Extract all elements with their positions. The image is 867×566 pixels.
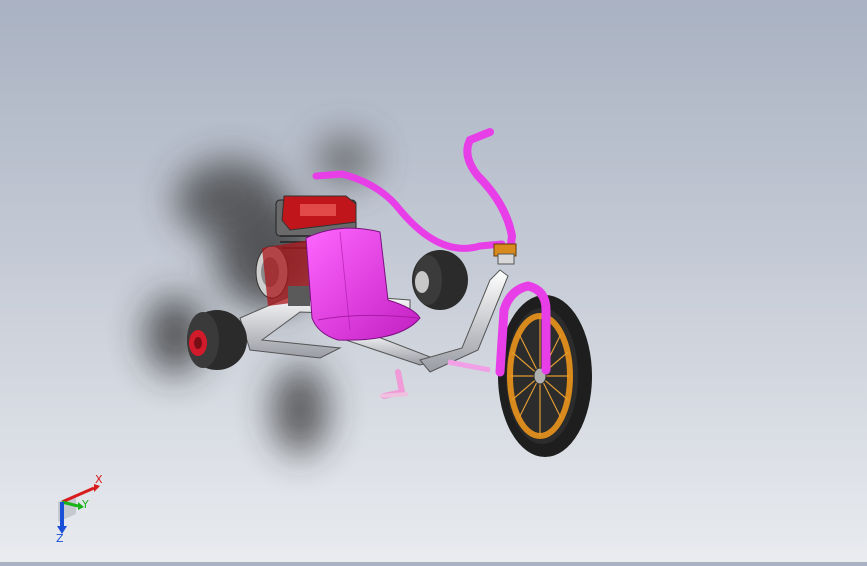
x-axis-arrow: [61, 486, 95, 504]
z-axis-label: Z: [56, 532, 64, 544]
trike-model: [145, 128, 592, 457]
coordinate-triad: X Y Z: [48, 472, 108, 545]
rear-left-wheel: [187, 310, 247, 370]
seat: [305, 227, 421, 341]
y-axis-label: Y: [81, 498, 89, 511]
rear-right-wheel: [412, 250, 468, 310]
graphics-viewport[interactable]: [0, 0, 867, 562]
x-axis-label: X: [95, 473, 103, 486]
